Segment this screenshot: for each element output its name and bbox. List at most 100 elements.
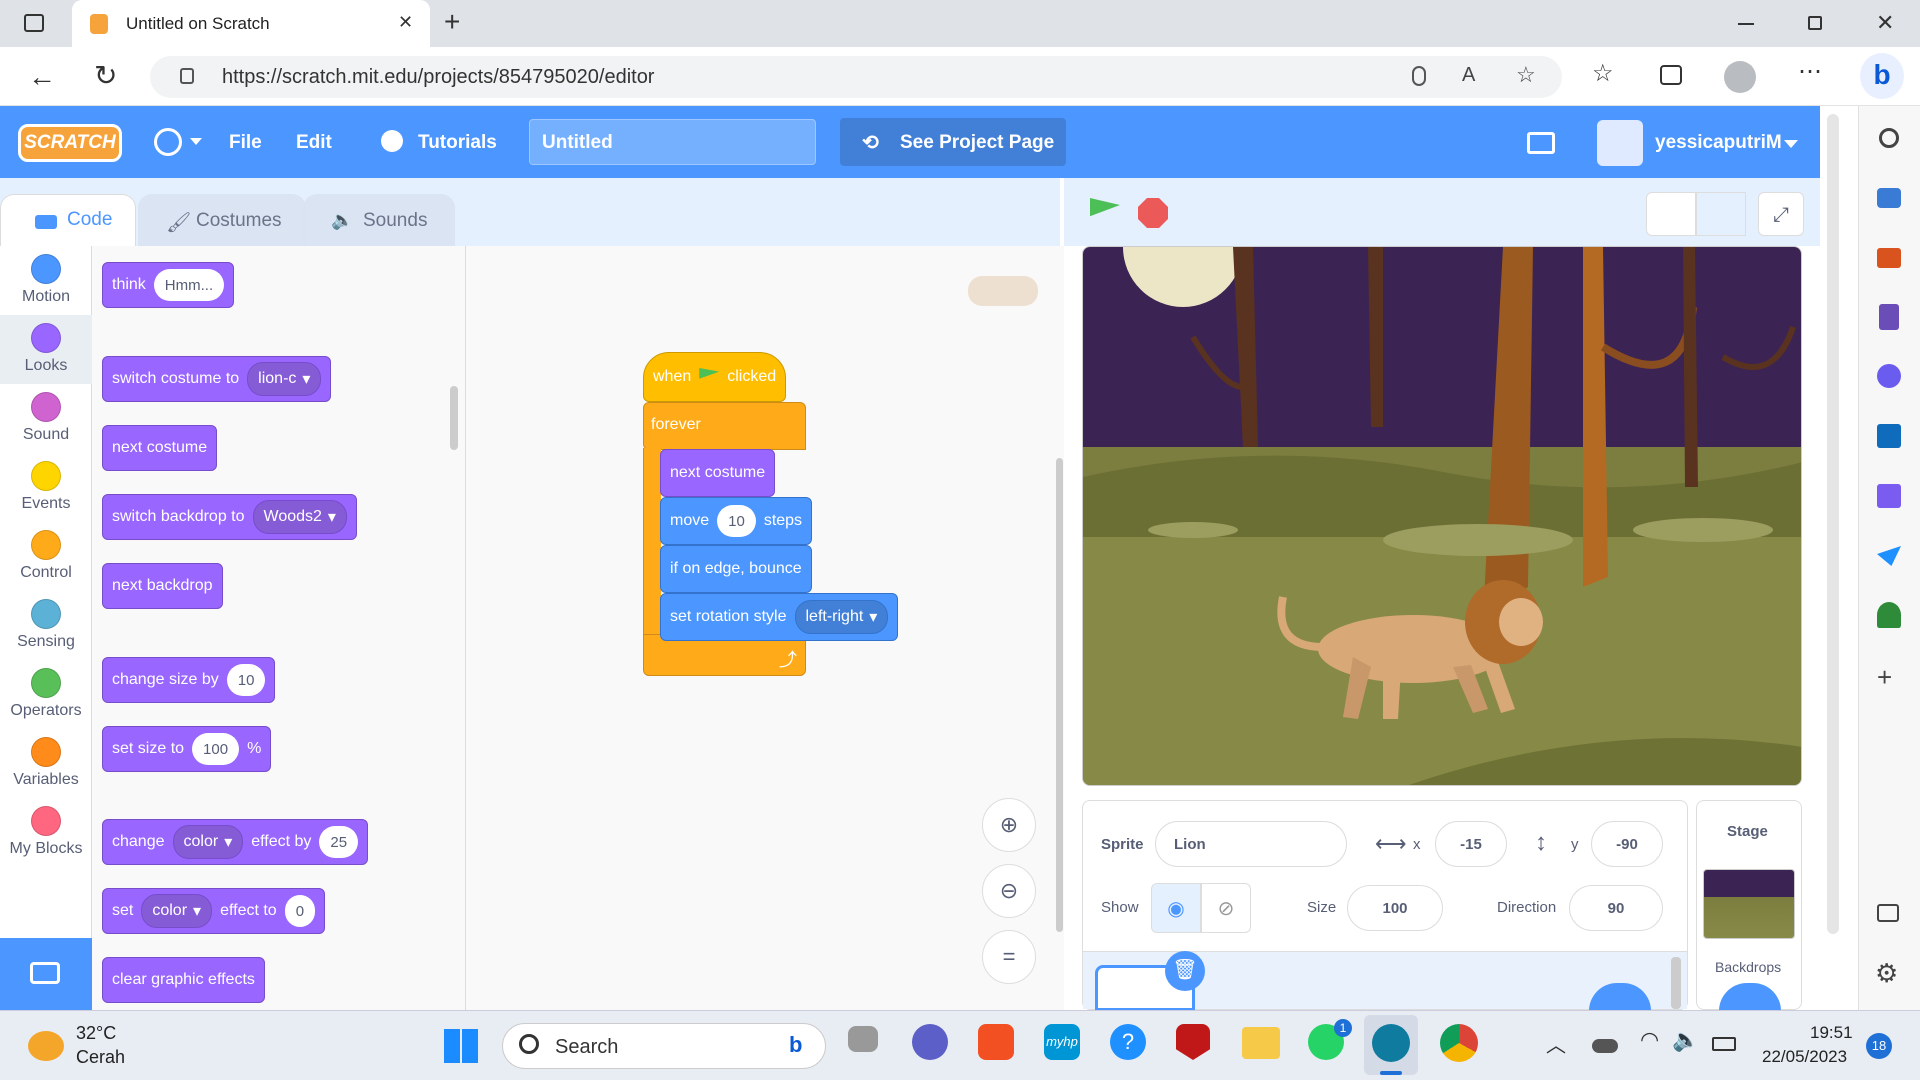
- category-variables[interactable]: Variables: [0, 729, 92, 798]
- think-block[interactable]: think Hmm...: [102, 262, 235, 308]
- category-looks[interactable]: Looks: [0, 315, 92, 384]
- tab-costumes[interactable]: 🖌 Costumes: [138, 194, 306, 248]
- think-input[interactable]: Hmm...: [153, 269, 225, 301]
- sidebar-search-icon[interactable]: [1879, 128, 1899, 148]
- favorites-icon[interactable]: ☆: [1592, 59, 1614, 88]
- switch-backdrop-block[interactable]: switch backdrop to Woods2 ▾: [102, 494, 357, 540]
- outlook-icon[interactable]: [1877, 424, 1901, 448]
- collections-icon[interactable]: [1660, 65, 1682, 85]
- page-scrollbar[interactable]: [1827, 114, 1839, 934]
- onedrive-icon[interactable]: [1592, 1039, 1618, 1053]
- wifi-icon[interactable]: ◠: [1640, 1027, 1659, 1053]
- file-menu[interactable]: File: [229, 132, 262, 154]
- next-backdrop-block[interactable]: next backdrop: [102, 563, 223, 609]
- change-size-input[interactable]: 10: [226, 664, 266, 696]
- scratch-logo[interactable]: SCRATCH: [18, 124, 122, 162]
- workspace-scrollbar[interactable]: [1056, 458, 1063, 932]
- more-options-icon[interactable]: ⋯: [1798, 57, 1822, 86]
- small-stage-button[interactable]: [1646, 192, 1696, 236]
- tools-briefcase-icon[interactable]: [1877, 248, 1901, 268]
- size-input[interactable]: 100: [1347, 885, 1443, 931]
- move-steps-input[interactable]: 10: [717, 505, 756, 537]
- category-sound[interactable]: Sound: [0, 384, 92, 453]
- read-aloud-icon[interactable]: A: [1462, 64, 1475, 87]
- designer-icon[interactable]: [1877, 484, 1901, 508]
- backdrop-dropdown[interactable]: Woods2 ▾: [252, 500, 347, 534]
- myhp-icon[interactable]: myhp: [1044, 1024, 1080, 1060]
- switch-costume-block[interactable]: switch costume to lion-c ▾: [102, 356, 332, 402]
- teams-icon[interactable]: [912, 1024, 948, 1060]
- set-effect-block[interactable]: set color ▾ effect to 0: [102, 888, 326, 934]
- project-title-input[interactable]: Untitled: [529, 119, 816, 165]
- category-control[interactable]: Control: [0, 522, 92, 591]
- minimize-icon[interactable]: [1738, 23, 1754, 25]
- sprite-list-scrollbar[interactable]: [1671, 957, 1681, 1009]
- next-costume-script-block[interactable]: next costume: [660, 449, 776, 497]
- close-window-icon[interactable]: ✕: [1876, 10, 1894, 36]
- bing-copilot-icon[interactable]: b: [1860, 53, 1904, 99]
- extension-button[interactable]: [0, 938, 92, 1010]
- category-motion[interactable]: Motion: [0, 246, 92, 315]
- change-effect-block[interactable]: change color ▾ effect by 25: [102, 819, 369, 865]
- category-operators[interactable]: Operators: [0, 660, 92, 729]
- bounce-block[interactable]: if on edge, bounce: [660, 545, 812, 593]
- store-icon[interactable]: [978, 1024, 1014, 1060]
- green-flag-icon[interactable]: [1090, 198, 1120, 217]
- add-sidebar-icon[interactable]: +: [1877, 662, 1892, 693]
- microsoft365-icon[interactable]: [1877, 364, 1901, 388]
- clock-time[interactable]: 19:51: [1810, 1023, 1853, 1043]
- set-size-block[interactable]: set size to 100 %: [102, 726, 272, 772]
- y-input[interactable]: -90: [1591, 821, 1663, 867]
- set-size-input[interactable]: 100: [192, 733, 240, 765]
- costume-dropdown[interactable]: lion-c ▾: [247, 362, 322, 396]
- move-steps-block[interactable]: move 10 steps: [660, 497, 813, 545]
- refresh-icon[interactable]: ↻: [94, 59, 117, 92]
- rotation-style-block[interactable]: set rotation style left-right ▾: [660, 593, 899, 641]
- when-flag-clicked-block[interactable]: when clicked: [643, 352, 787, 402]
- volume-icon[interactable]: 🔈: [1672, 1027, 1699, 1053]
- effect-dropdown[interactable]: color ▾: [172, 825, 244, 859]
- help-icon[interactable]: ?: [1110, 1024, 1146, 1060]
- back-icon[interactable]: ←: [28, 61, 56, 93]
- tab-code[interactable]: Code: [0, 194, 136, 248]
- sprite-name-input[interactable]: Lion: [1155, 821, 1347, 867]
- send-icon[interactable]: [1877, 546, 1901, 566]
- taskbar-search-box[interactable]: Search b: [502, 1023, 826, 1069]
- category-my-blocks[interactable]: My Blocks: [0, 798, 92, 867]
- choose-backdrop-button[interactable]: [1719, 983, 1781, 1011]
- palette-scrollbar[interactable]: [450, 386, 458, 450]
- effect-to-input[interactable]: 0: [284, 895, 316, 927]
- url-field[interactable]: https://scratch.mit.edu/projects/8547950…: [150, 56, 1562, 98]
- tree-icon[interactable]: [1877, 602, 1901, 628]
- games-icon[interactable]: [1879, 304, 1899, 330]
- clear-effects-block[interactable]: clear graphic effects: [102, 957, 265, 1003]
- shopping-tag-icon[interactable]: [1877, 188, 1901, 208]
- mcafee-icon[interactable]: [1176, 1024, 1210, 1060]
- change-size-block[interactable]: change size by 10: [102, 657, 276, 703]
- restore-icon[interactable]: [1808, 16, 1822, 30]
- show-visible-button[interactable]: ◉: [1151, 883, 1201, 933]
- user-avatar[interactable]: [1597, 120, 1643, 166]
- show-hidden-button[interactable]: ⊘: [1201, 883, 1251, 933]
- tutorials-menu[interactable]: Tutorials: [418, 132, 497, 154]
- tab-actions-icon[interactable]: [24, 14, 44, 32]
- clock-date[interactable]: 22/05/2023: [1762, 1047, 1847, 1067]
- tab-sounds[interactable]: 🔈 Sounds: [303, 194, 455, 248]
- see-project-page-button[interactable]: ⟲ See Project Page: [840, 118, 1066, 166]
- account-chevron-icon[interactable]: [1784, 140, 1798, 148]
- stage-thumbnail[interactable]: [1703, 869, 1795, 939]
- start-windows-icon[interactable]: [444, 1029, 478, 1063]
- zoom-reset-button[interactable]: =: [982, 930, 1036, 984]
- weather-icon[interactable]: [28, 1031, 64, 1061]
- x-input[interactable]: -15: [1435, 821, 1507, 867]
- zoom-out-button[interactable]: ⊖: [982, 864, 1036, 918]
- task-view-icon[interactable]: [848, 1026, 878, 1052]
- edge-browser-icon[interactable]: [1372, 1024, 1410, 1062]
- large-stage-button[interactable]: [1696, 192, 1746, 236]
- tray-chevron-icon[interactable]: ︿: [1546, 1029, 1566, 1058]
- file-explorer-icon[interactable]: [1242, 1027, 1280, 1059]
- mic-blocked-icon[interactable]: [1412, 66, 1426, 86]
- fullscreen-button[interactable]: ⤢: [1758, 192, 1804, 236]
- settings-gear-icon[interactable]: ⚙: [1875, 958, 1898, 989]
- code-workspace[interactable]: when clicked forever ⤴ next costume move…: [466, 246, 1064, 1010]
